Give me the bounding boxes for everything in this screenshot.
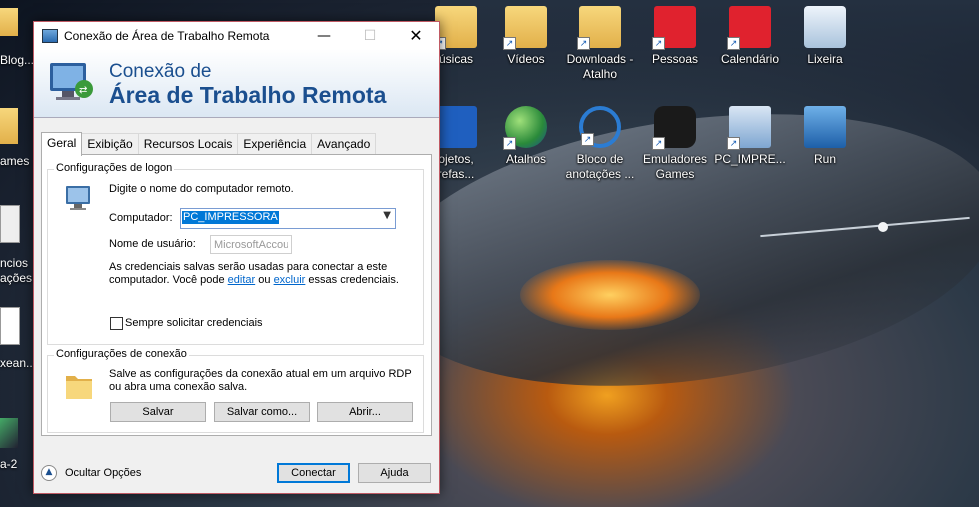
desktop-icon-run[interactable]: Run bbox=[789, 106, 861, 167]
computer-label: Computador: bbox=[109, 212, 173, 224]
username-field[interactable] bbox=[210, 235, 292, 254]
desktop-label-games[interactable]: ames bbox=[0, 154, 29, 169]
username-input[interactable] bbox=[211, 236, 291, 253]
logon-group-title: Configurações de logon bbox=[54, 162, 175, 174]
banner-line-1: Conexão de bbox=[109, 61, 212, 82]
minimize-button[interactable]: — bbox=[301, 22, 347, 49]
close-button[interactable]: ✕ bbox=[393, 22, 439, 49]
people-icon: ↗ bbox=[652, 6, 696, 50]
tab-strip: Geral Exibição Recursos Locais Experiênc… bbox=[41, 132, 377, 156]
connection-settings-group: Configurações de conexão Salve as config… bbox=[47, 348, 424, 433]
run-icon bbox=[804, 106, 846, 148]
credentials-text-1: As credenciais salvas serão usadas para … bbox=[109, 261, 388, 273]
open-button[interactable]: Abrir... bbox=[317, 402, 413, 422]
svg-text:⇄: ⇄ bbox=[79, 85, 87, 96]
gamepad-icon: ↗ bbox=[652, 106, 696, 150]
image-icon[interactable] bbox=[0, 418, 18, 448]
tab-avancado[interactable]: Avançado bbox=[311, 133, 377, 155]
tab-exibicao[interactable]: Exibição bbox=[81, 133, 139, 155]
notepad-shortcut-icon: ↗ bbox=[579, 106, 621, 148]
chevron-down-icon[interactable]: ▼ bbox=[383, 210, 391, 221]
desktop-icon-emuladores[interactable]: ↗ Emuladores Games bbox=[639, 106, 711, 182]
folder-icon[interactable] bbox=[0, 8, 18, 36]
computer-icon bbox=[66, 186, 90, 210]
chevron-up-icon[interactable]: ▲ bbox=[41, 465, 57, 481]
window-title: Conexão de Área de Trabalho Remota bbox=[64, 28, 270, 43]
delete-credentials-link[interactable]: excluir bbox=[274, 274, 306, 286]
hide-options-label[interactable]: Ocultar Opções bbox=[65, 467, 141, 480]
connection-text-1: Salve as configurações da conexão atual … bbox=[109, 368, 412, 380]
desktop-icon-calendario[interactable]: ↗ Calendário bbox=[714, 6, 786, 67]
music-folder-icon: ↗ bbox=[433, 6, 477, 50]
username-label: Nome de usuário: bbox=[109, 238, 196, 250]
credentials-text-2: computador. Você pode editar ou excluir … bbox=[109, 274, 399, 286]
pc-shortcut-icon: ↗ bbox=[727, 106, 771, 150]
desktop-label-a2[interactable]: a-2 bbox=[0, 457, 17, 472]
connect-button[interactable]: Conectar bbox=[277, 463, 350, 483]
desktop-icon-lixeira[interactable]: Lixeira bbox=[789, 6, 861, 67]
always-ask-credentials-label[interactable]: Sempre solicitar credenciais bbox=[125, 317, 263, 330]
downloads-folder-icon: ↗ bbox=[577, 6, 621, 50]
title-bar[interactable]: Conexão de Área de Trabalho Remota — ☐ ✕ bbox=[34, 22, 439, 49]
computer-instruction: Digite o nome do computador remoto. bbox=[109, 183, 294, 195]
desktop-icon-pessoas[interactable]: ↗ Pessoas bbox=[639, 6, 711, 67]
help-button[interactable]: Ajuda bbox=[358, 463, 431, 483]
desktop-icon-pc-impre[interactable]: ↗ PC_IMPRE... bbox=[714, 106, 786, 167]
edit-credentials-link[interactable]: editar bbox=[228, 274, 256, 286]
banner: ⇄ Conexão de Área de Trabalho Remota bbox=[34, 49, 439, 118]
save-as-button[interactable]: Salvar como... bbox=[214, 402, 310, 422]
logon-settings-group: Configurações de logon Digite o nome do … bbox=[47, 162, 424, 345]
connection-group-title: Configurações de conexão bbox=[54, 348, 189, 360]
maximize-button[interactable]: ☐ bbox=[347, 22, 393, 49]
globe-shortcut-icon: ↗ bbox=[503, 106, 547, 150]
tab-geral[interactable]: Geral bbox=[41, 132, 83, 156]
desktop-label-acoes[interactable]: ações bbox=[0, 271, 32, 286]
computer-combobox[interactable]: PC_IMPRESSORA ▼ bbox=[180, 208, 396, 229]
desktop-icon-bloco[interactable]: ↗ Bloco de anotações ... bbox=[564, 106, 636, 182]
banner-line-2: Área de Trabalho Remota bbox=[109, 82, 387, 108]
video-folder-icon: ↗ bbox=[503, 6, 547, 50]
always-ask-credentials-checkbox[interactable] bbox=[110, 317, 123, 330]
desktop-icon-atalhos[interactable]: ↗ Atalhos bbox=[490, 106, 562, 167]
calendar-icon: ↗ bbox=[727, 6, 771, 50]
remote-desktop-dialog: Conexão de Área de Trabalho Remota — ☐ ✕… bbox=[33, 21, 440, 494]
remote-desktop-app-icon bbox=[42, 28, 58, 43]
tab-recursos-locais[interactable]: Recursos Locais bbox=[137, 133, 239, 155]
remote-desktop-monitor-icon: ⇄ bbox=[50, 63, 93, 100]
desktop-label-blog[interactable]: Blog... bbox=[0, 53, 34, 68]
folder-icon[interactable] bbox=[0, 108, 18, 144]
hide-options-toggle[interactable]: ▲ Ocultar Opções bbox=[41, 465, 141, 481]
document-icon[interactable] bbox=[0, 307, 20, 345]
save-button[interactable]: Salvar bbox=[110, 402, 206, 422]
tab-panel-geral: Configurações de logon Digite o nome do … bbox=[41, 154, 432, 436]
computer-value: PC_IMPRESSORA bbox=[182, 211, 279, 224]
connection-text-2: ou abra uma conexão salva. bbox=[109, 381, 248, 393]
projects-icon bbox=[435, 106, 477, 148]
folder-icon bbox=[66, 376, 92, 399]
recycle-bin-icon bbox=[804, 6, 846, 48]
desktop-label-xean[interactable]: xean... bbox=[0, 356, 36, 371]
desktop-icon-videos[interactable]: ↗ Vídeos bbox=[490, 6, 562, 67]
desktop-icon-downloads[interactable]: ↗ Downloads - Atalho bbox=[564, 6, 636, 82]
tab-experiencia[interactable]: Experiência bbox=[237, 133, 313, 155]
desktop-label-ncios[interactable]: ncios bbox=[0, 256, 28, 271]
document-icon[interactable] bbox=[0, 205, 20, 243]
